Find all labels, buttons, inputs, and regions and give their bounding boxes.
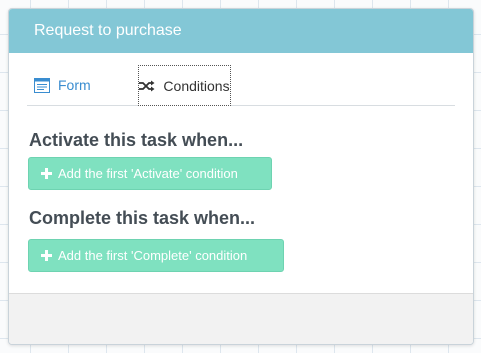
tab-conditions-label: Conditions bbox=[163, 77, 230, 94]
plus-icon bbox=[41, 250, 52, 261]
dialog-footer bbox=[9, 293, 473, 344]
tab-conditions[interactable]: Conditions bbox=[138, 65, 231, 106]
tab-bar: Form Conditions bbox=[27, 65, 455, 106]
dialog-title: Request to purchase bbox=[9, 9, 473, 53]
add-activate-condition-button[interactable]: Add the first 'Activate' condition bbox=[28, 157, 272, 190]
plus-icon bbox=[41, 168, 52, 179]
add-complete-condition-button[interactable]: Add the first 'Complete' condition bbox=[28, 239, 284, 272]
complete-section-title: Complete this task when... bbox=[29, 208, 256, 228]
tab-form-label: Form bbox=[58, 77, 91, 93]
add-activate-condition-label: Add the first 'Activate' condition bbox=[58, 166, 238, 181]
form-icon bbox=[34, 77, 50, 93]
purchase-task-dialog: Request to purchase Form Conditions Acti… bbox=[8, 8, 474, 345]
activate-section-title: Activate this task when... bbox=[29, 130, 244, 150]
shuffle-icon bbox=[139, 80, 155, 92]
add-complete-condition-label: Add the first 'Complete' condition bbox=[58, 248, 248, 263]
tab-form[interactable]: Form bbox=[34, 65, 91, 105]
